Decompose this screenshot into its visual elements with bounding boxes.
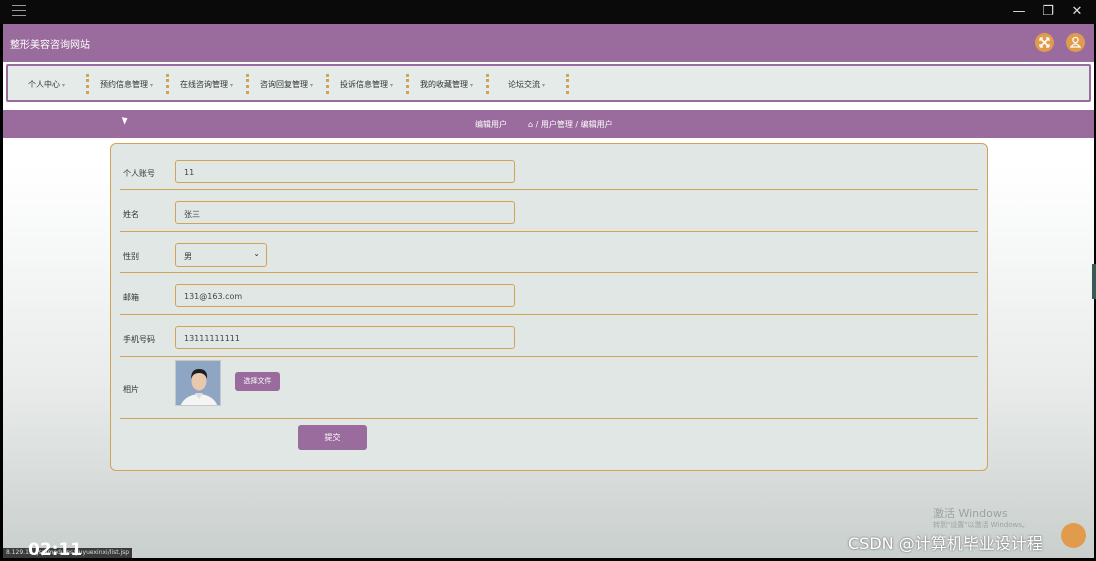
nav-separator [566,74,569,94]
edit-user-form: 个人账号 11 姓名 张三 性别 男 ⌄ 邮箱 131@163.com 手机号码… [110,143,988,471]
chevron-down-icon: ▾ [62,82,66,89]
gender-label: 性别 [123,252,139,261]
submit-button[interactable]: 提交 [298,425,367,450]
phone-field[interactable]: 13111111111 [175,326,515,349]
form-row-photo: 相片 选择文件 [120,358,978,419]
user-photo [175,360,221,406]
top-navigation: 个人中心 ▾ 预约信息管理 ▾ 在线咨询管理 ▾ 咨询回复管理 ▾ 投诉信息管理 ▾ 我的… [6,64,1091,102]
activate-windows-hint: 转到"设置"以激活 Windows。 [933,521,1029,529]
nav-item-favorites[interactable]: 我的收藏管理 ▾ [420,79,473,90]
chevron-down-icon: ▾ [542,82,546,89]
activate-windows-watermark: 激活 Windows [933,507,1008,520]
page-title: 编辑用户 [475,120,507,129]
breadcrumb-bar: 编辑用户 ⌂ / 用户管理 / 编辑用户 [3,110,1094,138]
photo-label: 相片 [123,385,139,394]
account-label: 个人账号 [123,169,155,178]
name-label: 姓名 [123,210,139,219]
account-field[interactable]: 11 [175,160,515,183]
phone-label: 手机号码 [123,335,155,344]
nav-item-forum[interactable]: 论坛交流 ▾ [508,79,545,90]
fullscreen-toggle-button[interactable] [1035,33,1054,52]
user-profile-button[interactable] [1066,33,1085,52]
floating-action-button[interactable] [1061,523,1086,548]
nav-item-personal-center[interactable]: 个人中心 ▾ [28,79,65,90]
close-button[interactable]: ✕ [1063,3,1091,21]
video-timestamp: 02:11 [28,540,83,560]
nav-separator [326,74,329,94]
csdn-watermark: CSDN @计算机毕业设计程 [848,534,1043,553]
user-icon [1069,36,1082,48]
name-field[interactable]: 张三 [175,201,515,224]
chevron-down-icon: ▾ [470,82,474,89]
chevron-down-icon: ▾ [230,82,234,89]
breadcrumb[interactable]: ⌂ / 用户管理 / 编辑用户 [528,119,613,130]
site-title: 整形美容咨询网站 [10,40,90,51]
minimize-button[interactable]: — [1005,3,1033,21]
email-field[interactable]: 131@163.com [175,284,515,307]
expand-icon [1039,37,1050,48]
form-row-email: 邮箱 131@163.com [120,274,978,315]
gender-selected-value: 男 [184,252,192,261]
choose-file-button[interactable]: 选择文件 [235,372,280,391]
form-row-name: 姓名 张三 [120,191,978,232]
site-header: 整形美容咨询网站 [3,24,1094,62]
mouse-cursor-icon [121,115,130,125]
nav-item-complaints[interactable]: 投诉信息管理 ▾ [340,79,393,90]
app-window: 整形美容咨询网站 个人中心 ▾ 预约信息管理 ▾ 在线咨询管理 ▾ 咨询回复管理 ▾ 投… [3,24,1096,558]
form-row-gender: 性别 男 ⌄ [120,233,978,273]
chevron-down-icon: ▾ [310,82,314,89]
email-label: 邮箱 [123,293,139,302]
nav-item-online-consult[interactable]: 在线咨询管理 ▾ [180,79,233,90]
nav-separator [166,74,169,94]
chevron-down-icon: ⌄ [253,249,260,258]
chevron-down-icon: ▾ [150,82,154,89]
gender-select[interactable]: 男 ⌄ [175,243,267,267]
side-tab[interactable] [1092,264,1096,299]
nav-separator [406,74,409,94]
restore-button[interactable]: ❐ [1034,3,1062,21]
nav-separator [486,74,489,94]
chevron-down-icon: ▾ [390,82,394,89]
portrait-image [176,361,220,405]
os-title-bar: — ❐ ✕ [0,0,1096,24]
nav-item-consult-reply[interactable]: 咨询回复管理 ▾ [260,79,313,90]
nav-item-appointments[interactable]: 预约信息管理 ▾ [100,79,153,90]
form-row-account: 个人账号 11 [120,150,978,190]
hamburger-menu-icon[interactable] [12,5,26,17]
nav-separator [246,74,249,94]
nav-separator [86,74,89,94]
form-row-phone: 手机号码 13111111111 [120,316,978,357]
